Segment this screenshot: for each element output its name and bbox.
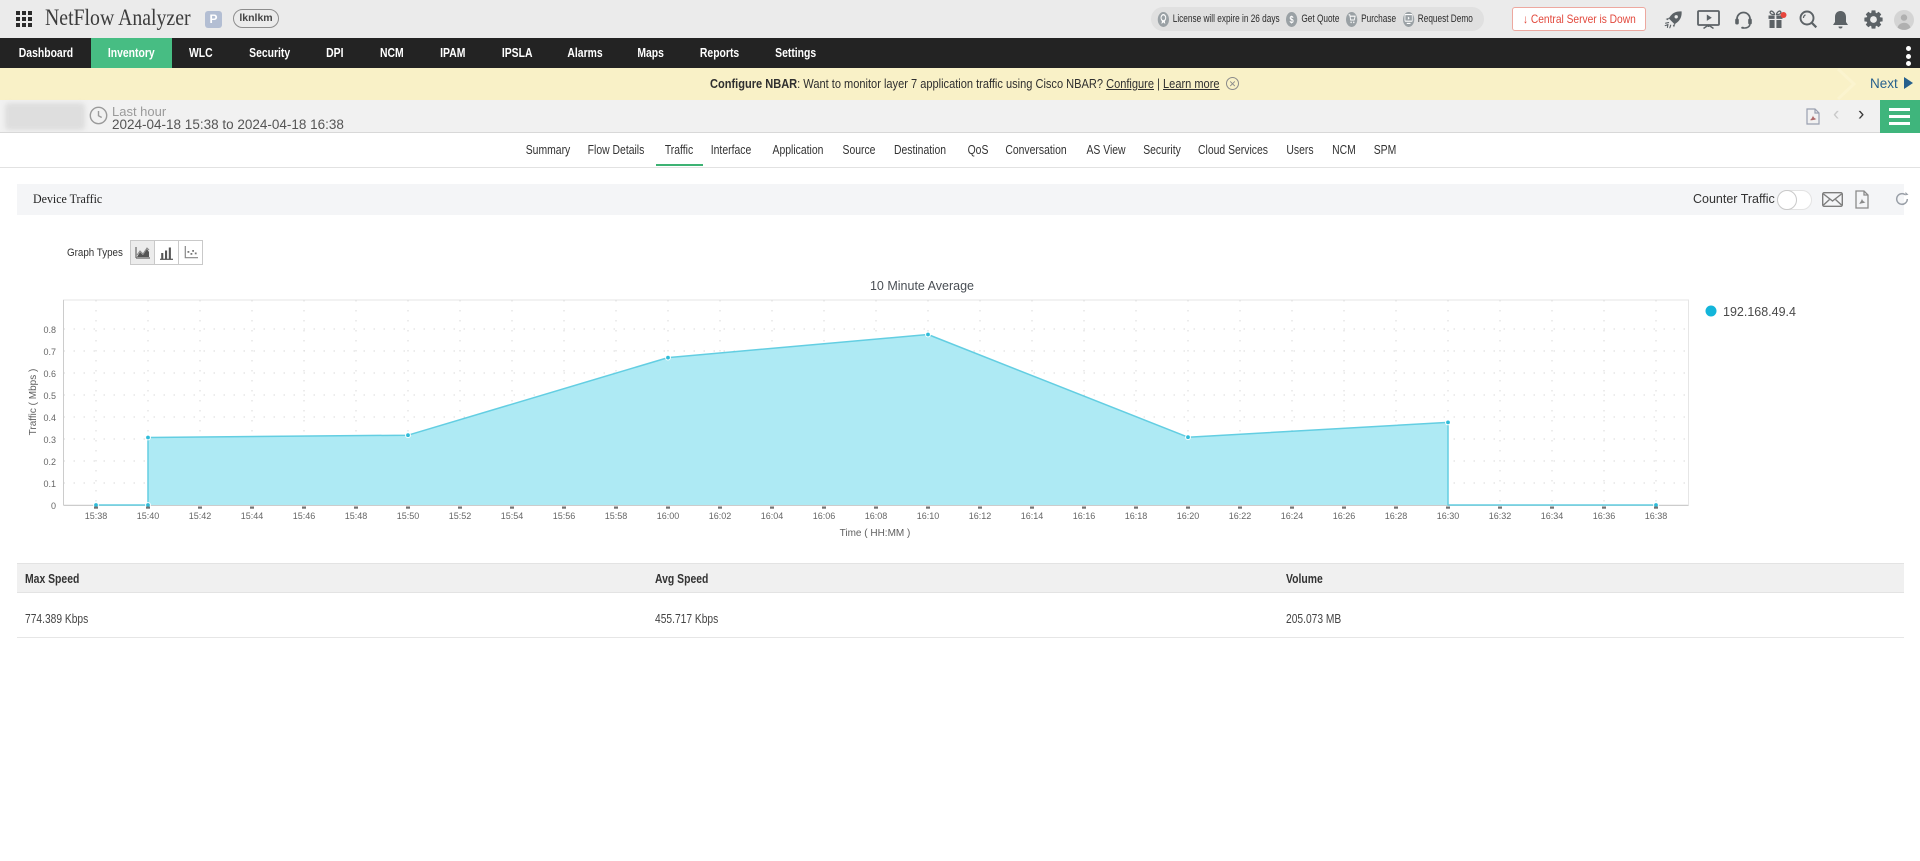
svg-text:16:02: 16:02 bbox=[709, 511, 732, 521]
svg-text:16:18: 16:18 bbox=[1125, 511, 1148, 521]
svg-text:$: $ bbox=[1290, 14, 1294, 25]
svg-text:16:24: 16:24 bbox=[1281, 511, 1304, 521]
svg-text:16:20: 16:20 bbox=[1177, 511, 1200, 521]
svg-text:16:12: 16:12 bbox=[969, 511, 992, 521]
svg-text:Traffic ( Mbps ): Traffic ( Mbps ) bbox=[28, 369, 39, 436]
svg-text:Time ( HH:MM ): Time ( HH:MM ) bbox=[840, 528, 911, 539]
svg-text:0: 0 bbox=[51, 501, 56, 511]
svg-text:0.5: 0.5 bbox=[43, 391, 56, 401]
svg-text:16:16: 16:16 bbox=[1073, 511, 1096, 521]
svg-text:15:58: 15:58 bbox=[605, 511, 628, 521]
svg-text:0.7: 0.7 bbox=[43, 347, 56, 357]
svg-text:0.1: 0.1 bbox=[43, 479, 56, 489]
svg-text:16:38: 16:38 bbox=[1645, 511, 1668, 521]
svg-text:15:52: 15:52 bbox=[449, 511, 472, 521]
svg-text:192.168.49.4: 192.168.49.4 bbox=[1723, 305, 1796, 319]
svg-text:16:22: 16:22 bbox=[1229, 511, 1252, 521]
svg-text:16:00: 16:00 bbox=[657, 511, 680, 521]
svg-text:16:36: 16:36 bbox=[1593, 511, 1616, 521]
svg-text:0.4: 0.4 bbox=[43, 413, 56, 423]
svg-text:15:56: 15:56 bbox=[553, 511, 576, 521]
svg-text:10 Minute Average: 10 Minute Average bbox=[870, 279, 974, 293]
svg-text:16:08: 16:08 bbox=[865, 511, 888, 521]
svg-text:15:40: 15:40 bbox=[137, 511, 160, 521]
svg-text:15:50: 15:50 bbox=[397, 511, 420, 521]
svg-text:16:06: 16:06 bbox=[813, 511, 836, 521]
svg-text:15:38: 15:38 bbox=[85, 511, 108, 521]
svg-text:15:48: 15:48 bbox=[345, 511, 368, 521]
svg-text:0.2: 0.2 bbox=[43, 457, 56, 467]
svg-text:16:28: 16:28 bbox=[1385, 511, 1408, 521]
svg-text:16:04: 16:04 bbox=[761, 511, 784, 521]
svg-text:0.6: 0.6 bbox=[43, 369, 56, 379]
svg-text:15:42: 15:42 bbox=[189, 511, 212, 521]
svg-text:16:34: 16:34 bbox=[1541, 511, 1564, 521]
svg-text:16:10: 16:10 bbox=[917, 511, 940, 521]
svg-text:16:30: 16:30 bbox=[1437, 511, 1460, 521]
svg-text:0.8: 0.8 bbox=[43, 325, 56, 335]
svg-text:15:44: 15:44 bbox=[241, 511, 264, 521]
svg-text:15:54: 15:54 bbox=[501, 511, 524, 521]
svg-text:0.3: 0.3 bbox=[43, 435, 56, 445]
svg-text:16:14: 16:14 bbox=[1021, 511, 1044, 521]
svg-text:15:46: 15:46 bbox=[293, 511, 316, 521]
svg-text:16:26: 16:26 bbox=[1333, 511, 1356, 521]
svg-text:16:32: 16:32 bbox=[1489, 511, 1512, 521]
